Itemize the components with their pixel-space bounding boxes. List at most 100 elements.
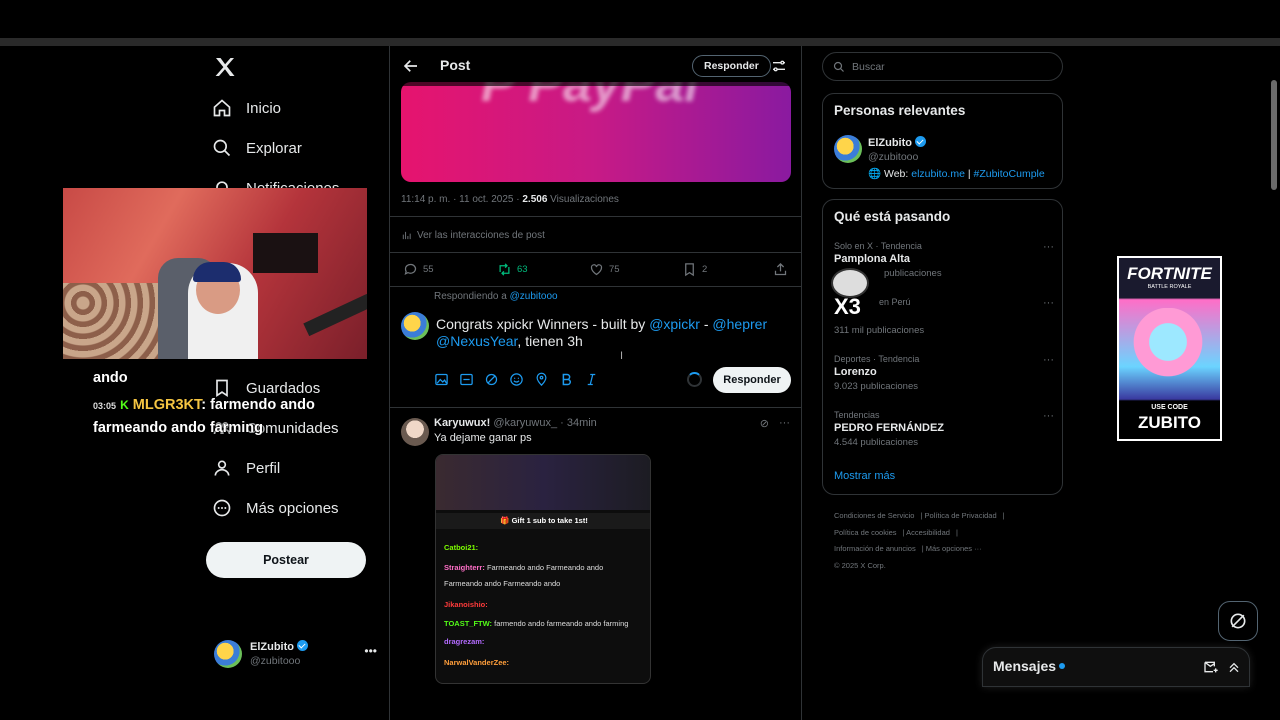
more-dots-icon[interactable]: ••• (364, 644, 377, 658)
retweet-action[interactable]: 63 (497, 262, 528, 277)
image-icon[interactable] (434, 372, 449, 387)
share-action[interactable] (773, 262, 788, 277)
nav-item-inicio[interactable]: Inicio (212, 98, 281, 118)
grok-button[interactable] (1218, 601, 1258, 641)
chat-line: Catboi21: (444, 543, 478, 552)
webcam-overlay (63, 188, 367, 359)
more-dots-icon[interactable]: ··· (779, 417, 790, 430)
footer-link[interactable]: Información de anuncios (834, 544, 916, 553)
chat-line: NarwalVanderZee: (444, 658, 509, 667)
reply-pill-button[interactable]: Responder (692, 55, 771, 77)
replying-handle[interactable]: @zubitooo (510, 291, 558, 302)
reply-button[interactable]: Responder (713, 367, 791, 393)
nav-item-perfil[interactable]: Perfil (212, 458, 280, 478)
reply-textarea[interactable]: Congrats xpickr Winners - built by @xpic… (436, 316, 786, 350)
llama-image (1133, 308, 1203, 393)
reply-icon (404, 263, 417, 276)
messages-label: Mensajes (993, 658, 1057, 674)
more-dots-icon[interactable]: ··· (1043, 410, 1054, 422)
fortnite-overlay: FORTNITE BATTLE ROYALE USE CODE ZUBITO (1117, 256, 1222, 441)
more-circle-icon (213, 499, 231, 517)
post-image[interactable]: P PayPal (401, 82, 791, 182)
view-interactions-link[interactable]: Ver las interacciones de post (401, 230, 545, 241)
text-part: - (699, 316, 713, 332)
footer-link[interactable]: Accesibilidad (906, 528, 950, 537)
italic-icon[interactable] (584, 372, 599, 387)
chat-user: Catboi21: (444, 543, 479, 552)
x-logo-icon[interactable] (213, 55, 237, 79)
chat-user: MLGR3KT (132, 397, 202, 413)
reply-tweet[interactable]: Karyuwux! @karyuwux_ · 34min ⊘ ··· Ya de… (390, 408, 801, 720)
scrollbar[interactable] (1270, 60, 1278, 700)
footer-link[interactable]: Más opciones ··· (926, 544, 982, 553)
reply-action[interactable]: 55 (403, 262, 434, 277)
account-handle: @zubitooo (250, 655, 301, 667)
new-message-icon[interactable] (1203, 659, 1219, 675)
nav-item-explorar[interactable]: Explorar (212, 138, 302, 158)
card-title: Personas relevantes (834, 103, 966, 118)
reply-count: 55 (423, 264, 434, 275)
back-arrow-icon[interactable] (402, 57, 420, 75)
more-dots-icon[interactable]: ··· (1043, 297, 1054, 309)
grok-icon[interactable]: ⊘ (760, 417, 769, 430)
tweet-author[interactable]: Karyuwux! (434, 417, 490, 429)
tweet-image[interactable]: 🎁 Gift 1 sub to take 1st! Catboi21: Stra… (435, 454, 651, 684)
bookmark-action[interactable]: 2 (682, 262, 707, 277)
chat-line: dragrezam: (444, 637, 484, 646)
nav-item-guardados[interactable]: Guardados (212, 378, 320, 398)
more-dots-icon[interactable]: ··· (1043, 354, 1054, 366)
text-part: Congrats xpickr Winners - built by (436, 316, 650, 332)
trend-category: Tendencias (834, 410, 880, 420)
mention[interactable]: @xpickr (649, 316, 700, 332)
interactions-label: Ver las interacciones de post (417, 230, 545, 241)
like-action[interactable]: 75 (589, 262, 620, 277)
gif-icon[interactable] (459, 372, 474, 387)
account-switcher[interactable]: ElZubito @zubitooo ••• (214, 638, 379, 670)
location-icon[interactable] (534, 372, 549, 387)
post-timestamp: 11:14 p. m. · 11 oct. 2025 · (401, 194, 523, 205)
messages-drawer[interactable]: Mensajes (982, 647, 1250, 687)
avatar (401, 312, 429, 340)
creator-code-label: USE CODE (1151, 404, 1188, 411)
chat-line: Straighterr: Farmeando ando Farmeando an… (444, 563, 603, 572)
footer-link[interactable]: Política de Privacidad (925, 511, 997, 520)
retweet-icon (499, 263, 510, 276)
chevron-up-icon[interactable] (1226, 659, 1242, 675)
avatar[interactable] (834, 135, 862, 163)
search-input[interactable]: Buscar (822, 52, 1063, 81)
tweet-handle[interactable]: @karyuwux_ (493, 417, 557, 429)
relevant-people-card: Personas relevantes ElZubito @zubitooo 🌐… (822, 93, 1063, 189)
trend-item[interactable]: Deportes · Tendencia Lorenzo 9.023 publi… (834, 354, 1054, 392)
emoji-icon[interactable] (509, 372, 524, 387)
nav-label: Guardados (246, 379, 321, 397)
more-dots-icon[interactable]: ··· (1043, 241, 1054, 253)
avatar[interactable] (401, 418, 429, 446)
post-button[interactable]: Postear (206, 542, 366, 578)
chat-text: farmendo ando farmeando ando farming (494, 619, 629, 628)
trend-item[interactable]: Tendencias PEDRO FERNÁNDEZ 4.544 publica… (834, 410, 1054, 448)
footer-links: Condiciones de Servicio | Política de Pri… (834, 511, 1005, 570)
nav-item-mas-opciones[interactable]: Más opciones (212, 498, 339, 518)
trend-name: Pamplona Alta (834, 253, 910, 265)
bio-hashtag[interactable]: #ZubitoCumple (974, 168, 1045, 180)
page-title: Post (440, 57, 471, 73)
chat-user: Straighterr: (444, 563, 485, 572)
main-column: P PayPal Post Responder 11:14 p. m. · 11… (389, 46, 802, 720)
person-name-row[interactable]: ElZubito (868, 136, 926, 149)
show-more-link[interactable]: Mostrar más (834, 470, 895, 482)
bold-icon[interactable] (559, 372, 574, 387)
account-name-row: ElZubito (250, 640, 308, 653)
retweet-count: 63 (517, 264, 528, 275)
bio-link[interactable]: elzubito.me (911, 168, 965, 180)
tweet-time[interactable]: · 34min (560, 417, 597, 429)
grok-icon[interactable] (484, 372, 499, 387)
footer-link[interactable]: Condiciones de Servicio (834, 511, 914, 520)
mention[interactable]: @NexusYear (436, 333, 517, 349)
footer-link[interactable]: Política de cookies (834, 528, 897, 537)
mention[interactable]: @heprer (712, 316, 767, 332)
person-icon (214, 460, 230, 476)
chat-line: Farmeando ando Farmeando ando (444, 579, 560, 588)
scrollbar-thumb[interactable] (1271, 80, 1277, 190)
composer-toolbar (434, 372, 599, 387)
sliders-icon[interactable] (771, 58, 787, 74)
